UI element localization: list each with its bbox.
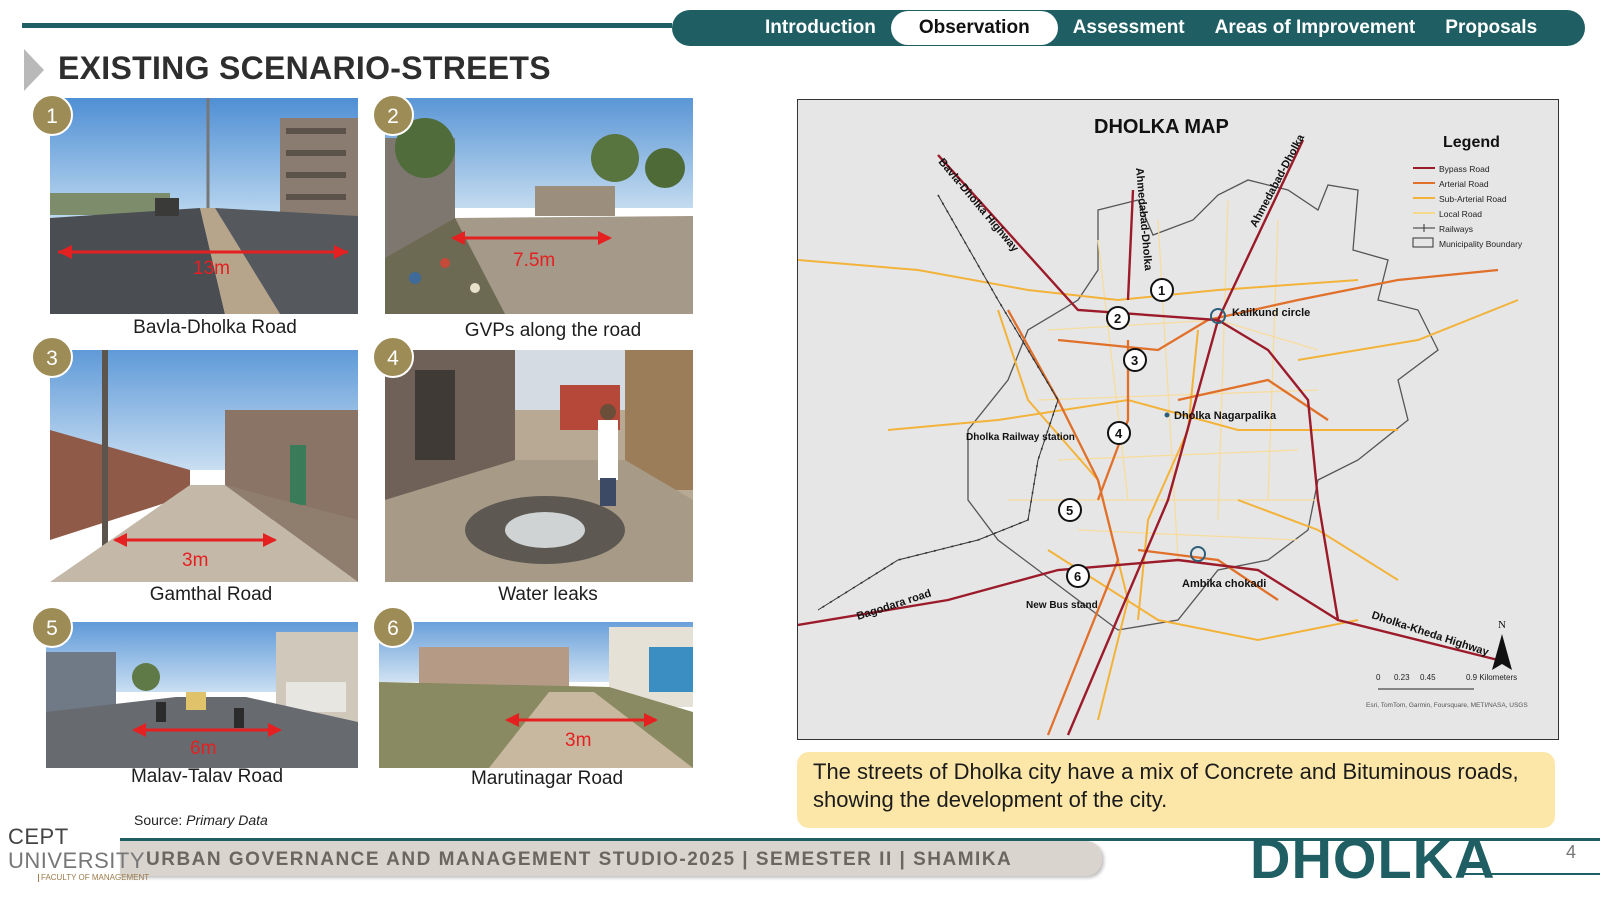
photo-gamthal-road: 3m: [50, 350, 358, 582]
north-label: N: [1498, 619, 1506, 631]
page-number: 4: [1566, 842, 1577, 862]
svg-text:6: 6: [1074, 569, 1081, 584]
place-dholka-nagarpalika: Dholka Nagarpalika: [1174, 410, 1277, 422]
width-label-2: 7.5m: [513, 250, 555, 271]
map-title: DHOLKA MAP: [1094, 116, 1229, 138]
brand-title: DHOLKA: [1250, 827, 1496, 890]
photo-marutinagar-road: 3m: [379, 622, 693, 768]
road-label-bavla-dholka: Bavla-Dholka Highway: [936, 156, 1022, 255]
summary-note: The streets of Dholka city have a mix of…: [797, 752, 1555, 828]
legend-bypass: Bypass Road: [1439, 164, 1490, 174]
svg-text:0.23: 0.23: [1394, 673, 1410, 682]
tab-introduction[interactable]: Introduction: [750, 10, 891, 46]
footer-text: URBAN GOVERNANCE AND MANAGEMENT STUDIO-2…: [146, 849, 1013, 870]
page-title: EXISTING SCENARIO-STREETS: [58, 50, 551, 86]
tab-areas-of-improvement[interactable]: Areas of Improvement: [1200, 10, 1431, 46]
photo-number-badge: 5: [31, 606, 73, 648]
photo-water-leaks: [385, 350, 693, 582]
photo-caption: Malav-Talav Road: [130, 766, 284, 787]
photo-gvps-along-road: 7.5m: [385, 98, 693, 314]
tab-assessment[interactable]: Assessment: [1058, 10, 1200, 46]
map-marker-4: 4: [1107, 421, 1131, 445]
svg-text:5: 5: [1066, 503, 1073, 518]
section-nav: Introduction Observation Assessment Area…: [672, 10, 1585, 46]
north-arrow-icon: [1492, 634, 1512, 670]
source-note: Source: Primary Data: [134, 812, 268, 828]
width-label-3: 3m: [182, 550, 208, 571]
svg-text:2: 2: [1114, 311, 1121, 326]
slide: Introduction Observation Assessment Area…: [0, 0, 1600, 900]
map-attribution: Esri, TomTom, Garmin, Foursquare, METI/N…: [1366, 702, 1528, 709]
photo-caption: Marutinagar Road: [470, 768, 624, 789]
logo-university: UNIVERSITY: [8, 848, 146, 873]
road-label-ahmedabad-dholka-2: Ahmedabad-Dholka: [1248, 132, 1308, 230]
legend-arterial: Arterial Road: [1439, 179, 1489, 189]
photo-number-badge: 3: [31, 336, 73, 378]
place-ambika-chokadi: Ambika chokadi: [1182, 578, 1266, 590]
svg-text:0.45: 0.45: [1420, 673, 1436, 682]
map-marker-5: 5: [1058, 498, 1082, 522]
road-label-ahmedabad-dholka-1: Ahmedabad-Dholka: [1133, 167, 1154, 272]
place-railway-station: Dholka Railway station: [966, 432, 1075, 443]
photo-malav-talav-road: 6m: [46, 622, 358, 768]
tab-proposals[interactable]: Proposals: [1430, 10, 1552, 46]
brand-underline: [1458, 873, 1600, 875]
road-label-dholka-kheda: Dholka-Kheda Highway: [1370, 609, 1491, 658]
source-label: Source:: [134, 812, 183, 828]
photo-number-badge: 6: [372, 606, 414, 648]
photo-number-badge: 2: [372, 94, 414, 136]
svg-text:1: 1: [1158, 283, 1165, 298]
width-label-1: 13m: [193, 258, 230, 279]
tab-observation[interactable]: Observation: [890, 11, 1058, 45]
source-value: Primary Data: [186, 812, 268, 828]
legend-title: Legend: [1443, 134, 1500, 151]
photo-caption: Water leaks: [498, 584, 598, 605]
map-marker-3: 3: [1123, 348, 1147, 372]
legend-railways: Railways: [1439, 224, 1473, 234]
photo-number-badge: 1: [31, 94, 73, 136]
photo-number-badge: 4: [372, 336, 414, 378]
legend-boundary: Municipality Boundary: [1439, 239, 1523, 249]
dholka-map: DHOLKA MAP Legend Bypass Road Arterial R…: [797, 99, 1559, 740]
photo-caption: Bavla-Dholka Road: [133, 317, 297, 338]
width-label-6: 3m: [565, 730, 591, 751]
map-marker-6: 6: [1066, 564, 1090, 588]
map-marker-1: 1: [1150, 278, 1174, 302]
legend-local: Local Road: [1439, 209, 1482, 219]
svg-text:4: 4: [1115, 426, 1123, 441]
place-kalikund-circle: Kalikund circle: [1232, 307, 1310, 319]
photo-caption: Gamthal Road: [149, 584, 273, 605]
header-rule: [22, 23, 672, 28]
width-label-5: 6m: [190, 738, 216, 759]
svg-text:0.9 Kilometers: 0.9 Kilometers: [1466, 673, 1517, 682]
title-arrow-icon: [24, 49, 44, 91]
map-marker-2: 2: [1106, 306, 1130, 330]
place-new-bus-stand: New Bus stand: [1026, 600, 1098, 611]
photo-bavla-dholka-road: 13m: [50, 98, 358, 314]
logo-faculty: FACULTY OF MANAGEMENT: [38, 874, 149, 882]
svg-text:3: 3: [1131, 353, 1138, 368]
logo-cept: CEPT: [8, 824, 69, 849]
svg-text:0: 0: [1376, 673, 1381, 682]
legend-sub-arterial: Sub-Arterial Road: [1439, 194, 1507, 204]
photo-caption: GVPs along the road: [464, 320, 642, 341]
